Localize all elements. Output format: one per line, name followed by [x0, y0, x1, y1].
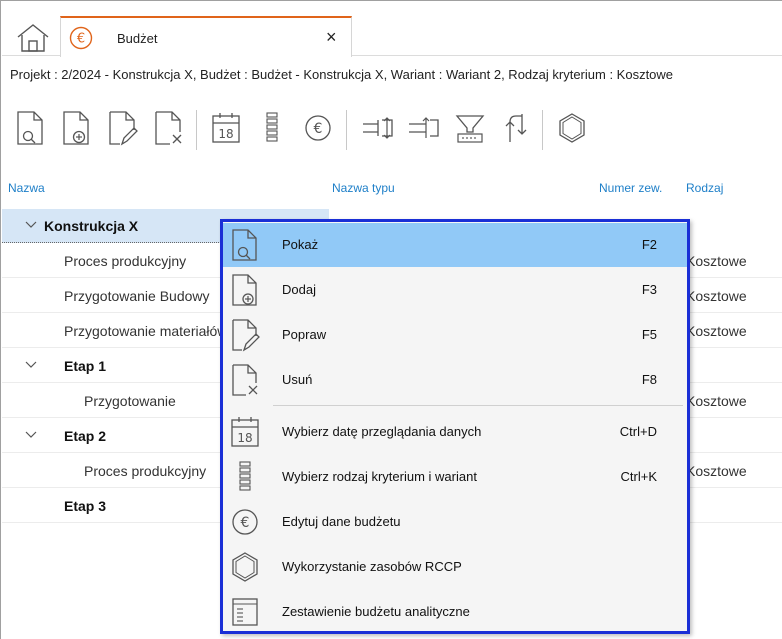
column-ext-number[interactable]: Numer zew. — [599, 181, 662, 195]
criteria-icon[interactable] — [256, 108, 288, 148]
column-kind[interactable]: Rodzaj — [686, 181, 723, 195]
view-icon[interactable] — [14, 108, 46, 148]
menu-item-delete[interactable]: Usuń F8 — [223, 358, 687, 402]
svg-text:€: € — [314, 121, 323, 137]
tab-strip: € Budżet × — [2, 2, 782, 57]
column-type-name[interactable]: Nazwa typu — [332, 181, 395, 195]
move-out-icon[interactable] — [408, 108, 440, 148]
column-header: Nazwa Nazwa typu Numer zew. Rodzaj — [2, 173, 782, 207]
tab-budzet[interactable]: € Budżet × — [60, 16, 352, 57]
calendar-day: 18 — [237, 431, 252, 445]
tab-title: Budżet — [117, 31, 158, 46]
menu-item-label: Wykorzystanie zasobów RCCP — [282, 559, 462, 574]
chevron-down-icon[interactable] — [24, 218, 38, 232]
delete-icon — [229, 362, 261, 398]
tree-row-label: Przygotowanie materiałów — [64, 323, 228, 339]
tree-row-label: Etap 2 — [64, 428, 107, 444]
chevron-down-icon[interactable] — [24, 358, 38, 372]
hexagon-icon — [229, 549, 261, 585]
tree-row-label: Przygotowanie Budowy — [64, 288, 210, 304]
menu-item-label: Usuń — [282, 372, 313, 387]
application-window: € Budżet × Projekt : 2/2024 - Konstrukcj… — [0, 0, 782, 639]
view-icon — [229, 227, 261, 263]
menu-item-add[interactable]: Dodaj F3 — [223, 268, 687, 312]
toolbar-separator — [542, 110, 543, 150]
calendar-day: 18 — [218, 127, 233, 141]
tab-close-button[interactable]: × — [326, 28, 337, 46]
criteria-icon — [229, 459, 261, 495]
tree-row-label: Proces produkcyjny — [64, 253, 187, 269]
toolbar-separator — [196, 110, 197, 150]
tree-row-type: Kosztowe — [686, 323, 747, 339]
menu-item-select-date[interactable]: 18 Wybierz datę przeglądania danych Ctrl… — [223, 410, 687, 454]
tree-row-label: Przygotowanie — [84, 393, 176, 409]
menu-item-label: Wybierz datę przeglądania danych — [282, 424, 482, 439]
budget-euro-icon[interactable]: € — [302, 108, 334, 148]
tree-row-type: Kosztowe — [686, 288, 747, 304]
chevron-down-icon[interactable] — [24, 428, 38, 442]
tree-row-type: Kosztowe — [686, 253, 747, 269]
column-name[interactable]: Nazwa — [8, 181, 45, 195]
svg-text:€: € — [241, 515, 250, 531]
menu-item-rccp[interactable]: Wykorzystanie zasobów RCCP — [223, 545, 687, 589]
menu-item-label: Wybierz rodzaj kryterium i wariant — [282, 469, 477, 484]
tree-row-label: Proces produkcyjny — [84, 463, 207, 479]
menu-item-label: Dodaj — [282, 282, 316, 297]
reload-icon[interactable] — [500, 108, 532, 148]
euro-icon: € — [69, 26, 93, 50]
context-menu: Pokaż F2 Dodaj F3 Popraw F5 Usuń F8 18 W… — [220, 219, 690, 634]
menu-item-shortcut: Ctrl+K — [620, 469, 657, 484]
tree-row-type: Kosztowe — [686, 463, 747, 479]
toolbar-separator — [346, 110, 347, 150]
calendar-icon[interactable]: 18 — [210, 108, 242, 148]
menu-item-edit-budget[interactable]: € Edytuj dane budżetu — [223, 500, 687, 544]
move-in-icon[interactable] — [362, 108, 394, 148]
euro-icon: € — [229, 504, 261, 540]
svg-text:€: € — [77, 32, 85, 47]
menu-item-shortcut: Ctrl+D — [619, 424, 657, 439]
calendar-icon: 18 — [229, 414, 261, 450]
menu-item-label: Edytuj dane budżetu — [282, 514, 401, 529]
menu-item-label: Pokaż — [282, 237, 319, 252]
tree-row-label: Etap 1 — [64, 358, 107, 374]
menu-item-shortcut: F2 — [641, 237, 657, 252]
breadcrumb: Projekt : 2/2024 - Konstrukcja X, Budżet… — [10, 67, 674, 82]
menu-item-shortcut: F8 — [641, 372, 657, 387]
menu-item-show[interactable]: Pokaż F2 — [223, 223, 687, 267]
add-icon — [229, 272, 261, 308]
edit-icon — [229, 317, 261, 353]
menu-item-budget-report[interactable]: Zestawienie budżetu analityczne — [223, 590, 687, 634]
menu-item-edit[interactable]: Popraw F5 — [223, 313, 687, 357]
home-icon[interactable] — [16, 23, 50, 53]
rccp-hexagon-icon[interactable] — [556, 108, 588, 148]
edit-icon[interactable] — [106, 108, 138, 148]
menu-separator — [273, 405, 683, 406]
menu-item-shortcut: F5 — [641, 327, 657, 342]
filter-icon[interactable] — [454, 108, 486, 148]
tree-row-label: Konstrukcja X — [44, 218, 139, 234]
menu-item-select-criteria[interactable]: Wybierz rodzaj kryterium i wariant Ctrl+… — [223, 455, 687, 499]
menu-item-shortcut: F3 — [641, 282, 657, 297]
tree-row-label: Etap 3 — [64, 498, 107, 514]
delete-icon[interactable] — [152, 108, 184, 148]
toolbar: 18 € — [2, 100, 782, 166]
report-icon — [229, 594, 261, 630]
menu-item-label: Popraw — [282, 327, 327, 342]
add-icon[interactable] — [60, 108, 92, 148]
menu-item-label: Zestawienie budżetu analityczne — [282, 604, 470, 619]
tree-row-type: Kosztowe — [686, 393, 747, 409]
